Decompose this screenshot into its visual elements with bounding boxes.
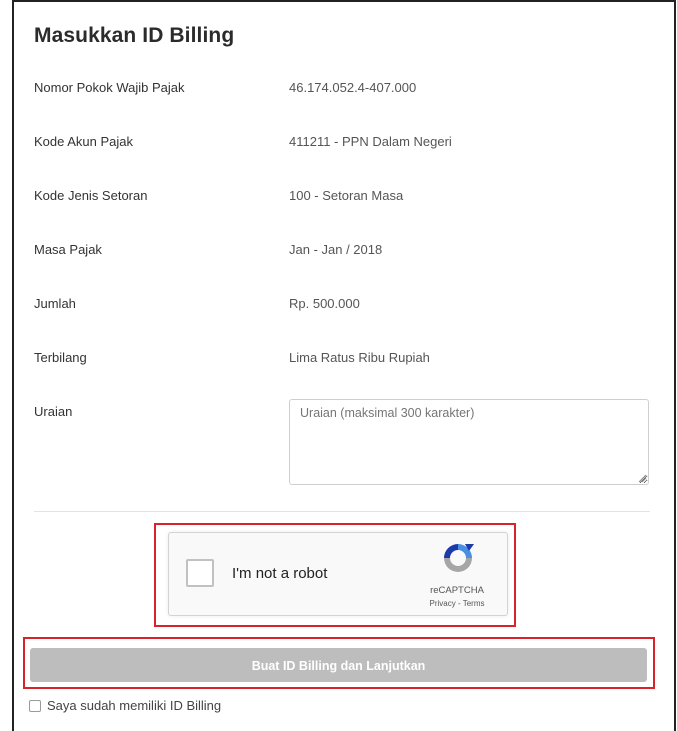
recaptcha-widget: I'm not a robot reCAPTCHA Privacy - Term… [168,532,508,616]
uraian-textarea[interactable] [289,399,649,485]
masa-pajak-value: Jan - Jan / 2018 [289,242,383,257]
create-billing-id-button[interactable]: Buat ID Billing dan Lanjutkan [30,648,647,682]
kode-akun-pajak-label: Kode Akun Pajak [34,134,134,149]
recaptcha-checkbox[interactable] [186,559,214,587]
recaptcha-logo-icon [444,544,474,572]
section-divider [34,511,650,512]
npwp-label: Nomor Pokok Wajib Pajak [34,80,185,95]
jumlah-value: Rp. 500.000 [289,296,360,311]
terbilang-value: Lima Ratus Ribu Rupiah [289,350,430,365]
have-billing-id-checkbox[interactable] [29,699,41,712]
recaptcha-link-separator: - [455,599,463,608]
npwp-value: 46.174.052.4-407.000 [289,80,417,95]
page-title: Masukkan ID Billing [34,24,235,47]
have-billing-id-option[interactable]: Saya sudah memiliki ID Billing [29,698,221,713]
recaptcha-brand: reCAPTCHA [430,585,484,596]
kode-akun-pajak-value: 411211 - PPN Dalam Negeri [289,134,452,149]
terbilang-label: Terbilang [34,350,87,365]
recaptcha-label: I'm not a robot [232,565,328,582]
have-billing-id-label: Saya sudah memiliki ID Billing [47,698,222,713]
recaptcha-privacy-link[interactable]: Privacy [430,599,456,608]
kode-jenis-setoran-label: Kode Jenis Setoran [34,188,148,203]
kode-jenis-setoran-value: 100 - Setoran Masa [289,188,404,203]
recaptcha-links: Privacy - Terms [417,599,497,608]
resize-grip-icon[interactable] [637,473,647,483]
uraian-label: Uraian [34,404,73,419]
masa-pajak-label: Masa Pajak [34,242,102,257]
jumlah-label: Jumlah [34,296,76,311]
recaptcha-terms-link[interactable]: Terms [463,599,485,608]
